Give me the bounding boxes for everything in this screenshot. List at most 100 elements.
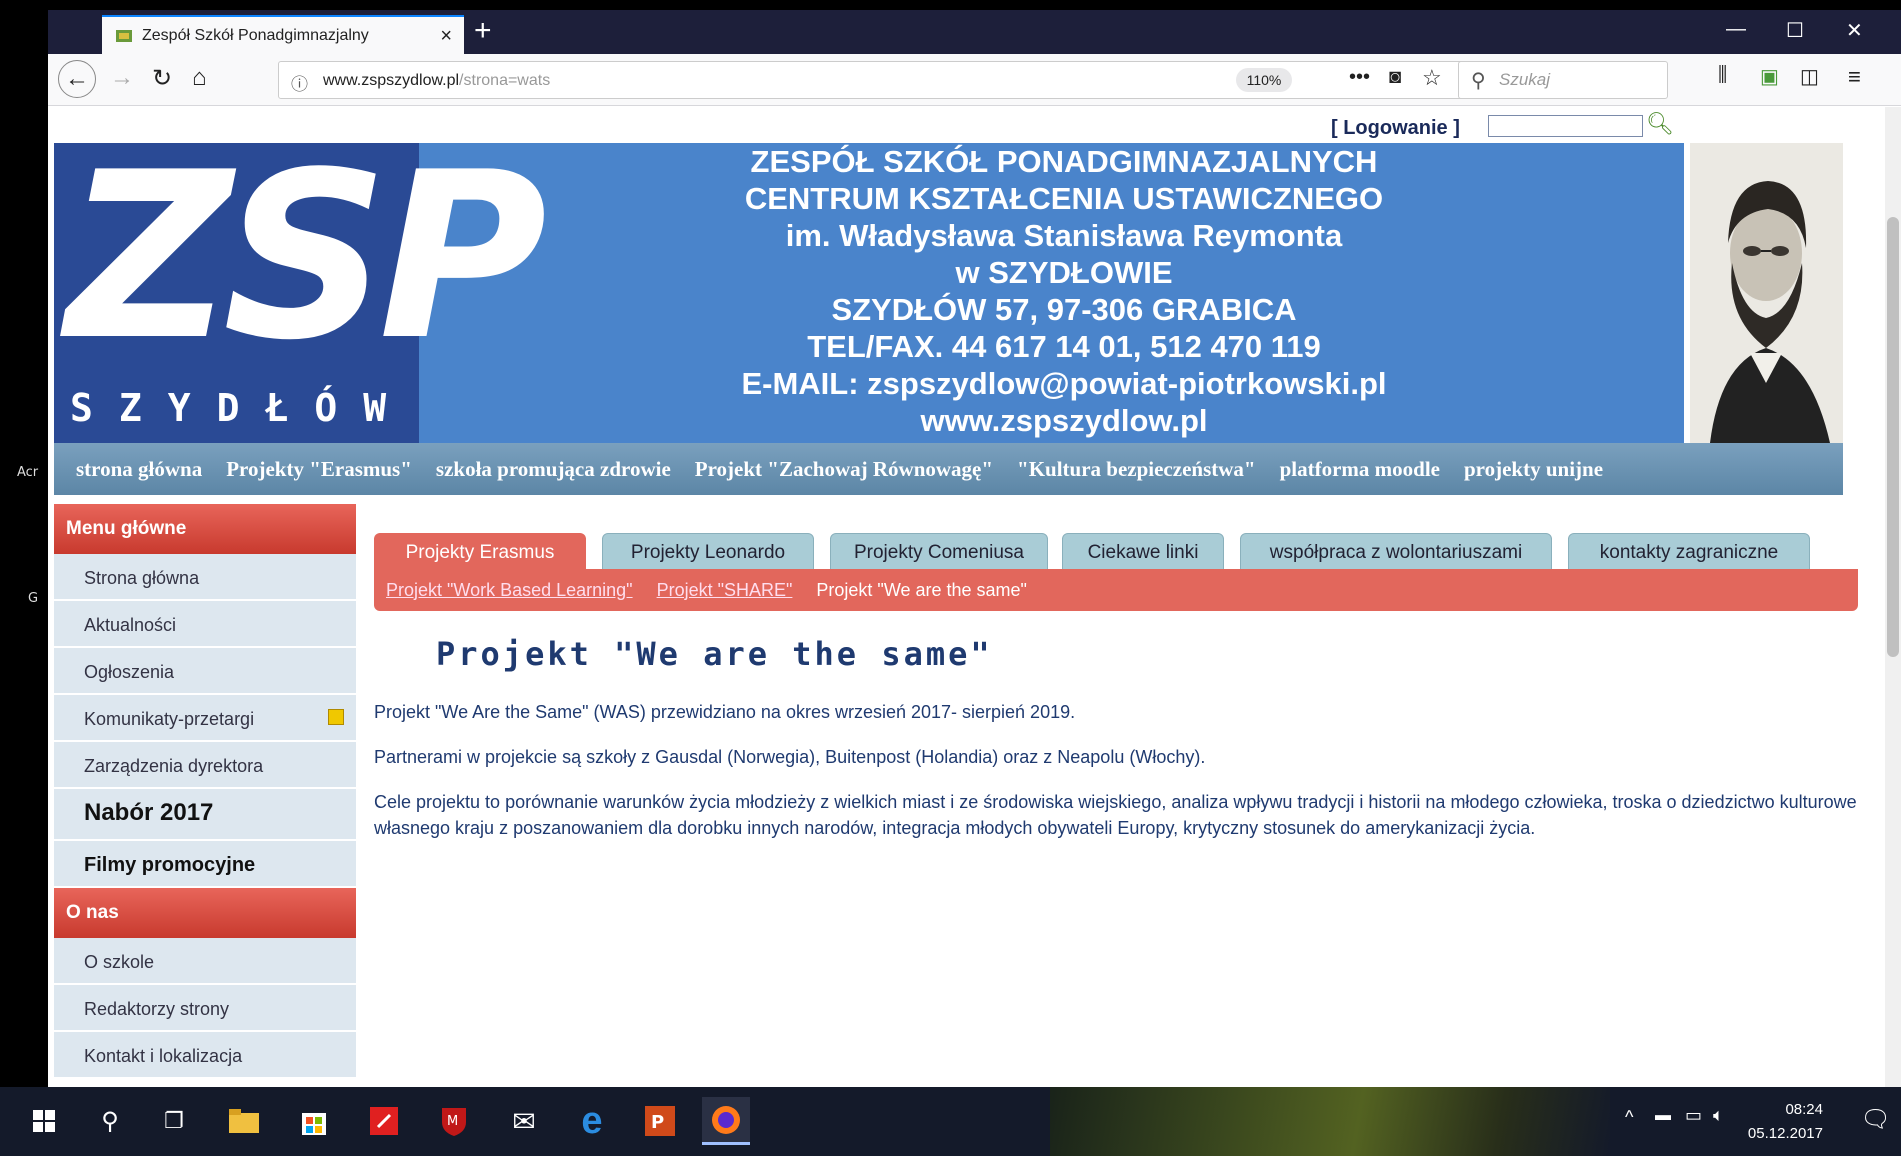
system-tray: ^ ▬ ▭ 🔈︎ 08:24 05.12.2017 🗨︎ [1625, 1087, 1901, 1156]
mail-icon[interactable]: ✉ [500, 1097, 548, 1145]
sidebar-head-menu: Menu główne [54, 504, 356, 554]
sidebar-item[interactable]: Strona główna [54, 554, 356, 601]
site-header: ZSP SZYDŁÓW ZESPÓŁ SZKÓŁ PONADGIMNAZJALN… [54, 143, 1684, 443]
monitor-icon[interactable]: ▭ [1685, 1105, 1702, 1126]
zoom-level[interactable]: 110% [1236, 68, 1292, 92]
content-paragraph: Projekt "We Are the Same" (WAS) przewidz… [374, 702, 1076, 722]
scrollbar[interactable] [1885, 107, 1901, 1087]
menu-item[interactable]: Projekt "Zachowaj Równowagę" [695, 457, 993, 482]
file-explorer-icon[interactable] [220, 1097, 268, 1145]
search-placeholder: Szukaj [1499, 70, 1551, 89]
sidebar-item[interactable]: Zarządzenia dyrektora [54, 742, 356, 789]
powerpoint-icon[interactable]: P [636, 1097, 684, 1145]
patron-portrait [1690, 143, 1843, 443]
forward-icon[interactable]: → [110, 64, 134, 92]
back-icon[interactable]: ← [58, 60, 96, 98]
header-line: TEL/FAX. 44 617 14 01, 512 470 119 [807, 329, 1321, 364]
menu-item[interactable]: strona główna [76, 457, 202, 482]
header-line: w SZYDŁOWIE [955, 255, 1173, 290]
sidebar-item[interactable]: O szkole [54, 938, 356, 985]
clock-time[interactable]: 08:24 [1785, 1101, 1823, 1118]
header-line: CENTRUM KSZTAŁCENIA USTAWICZNEGO [744, 181, 1384, 216]
search-icon: ⚲ [1471, 70, 1486, 92]
menu-item[interactable]: "Kultura bezpieczeństwa" [1017, 457, 1256, 482]
page-title: Projekt "We are the same" [436, 635, 993, 673]
header-email: E-MAIL: zspszydlow@powiat-piotrkowski.pl [741, 366, 1387, 401]
tab-ciekawe-linki[interactable]: Ciekawe linki [1062, 533, 1224, 573]
url-text: www.zspszydlow.pl/strona=wats [323, 72, 550, 90]
tab-bar: Zespół Szkół Ponadgimnazjalny × + — ☐ ✕ [48, 10, 1901, 54]
site-search-icon[interactable]: 🔍︎ [1646, 111, 1674, 137]
store-icon[interactable] [290, 1097, 338, 1145]
site-search-input[interactable] [1488, 115, 1643, 137]
sidebar-item[interactable]: Aktualności [54, 601, 356, 648]
header-line: SZYDŁÓW 57, 97-306 GRABICA [831, 292, 1297, 327]
menu-item[interactable]: szkoła promująca zdrowie [436, 457, 671, 482]
menu-item[interactable]: Projekty "Erasmus" [226, 457, 412, 482]
pocket-icon[interactable]: ◙ [1389, 66, 1401, 89]
sidebar-item-komunikaty[interactable]: Komunikaty-przetargi [54, 695, 356, 742]
school-logo[interactable]: ZSP SZYDŁÓW [54, 143, 547, 443]
new-tab-icon[interactable]: + [474, 14, 492, 48]
sidebar-item-filmy[interactable]: Filmy promocyjne [54, 841, 356, 888]
sidebar-item-nabor[interactable]: Nabór 2017 [54, 789, 356, 841]
svg-text:M: M [447, 1114, 458, 1129]
sidebar-item-label: Komunikaty-przetargi [84, 709, 255, 729]
subtab-link[interactable]: Projekt "Work Based Learning" [386, 580, 633, 601]
top-menu: strona główna Projekty "Erasmus" szkoła … [54, 443, 1843, 495]
close-tab-icon[interactable]: × [440, 25, 452, 48]
library-icon[interactable]: ⫼ [1718, 64, 1727, 87]
subtab-link[interactable]: Projekt "SHARE" [657, 580, 793, 601]
header-line: ZESPÓŁ SZKÓŁ PONADGIMNAZJALNYCH [750, 144, 1378, 179]
sidebar-head-about: O nas [54, 888, 356, 938]
info-icon[interactable]: ⓘ [291, 70, 308, 95]
tab-comenius[interactable]: Projekty Comeniusa [830, 533, 1048, 573]
menu-item[interactable]: platforma moodle [1280, 457, 1440, 482]
sidebar-item[interactable]: Kontakt i lokalizacja [54, 1032, 356, 1079]
tab-erasmus[interactable]: Projekty Erasmus [374, 533, 586, 573]
home-icon[interactable]: ⌂ [192, 64, 207, 92]
tab-kontakty[interactable]: kontakty zagraniczne [1568, 533, 1810, 573]
extension-icon[interactable]: ▣ [1760, 64, 1779, 89]
search-taskbar-icon[interactable]: ⚲ [86, 1097, 134, 1145]
firefox-icon[interactable] [702, 1097, 750, 1145]
page-actions-icon[interactable]: ••• [1349, 66, 1370, 89]
minimize-icon[interactable]: — [1726, 18, 1746, 41]
sidebar-icon[interactable]: ◫ [1800, 64, 1819, 89]
tab-leonardo[interactable]: Projekty Leonardo [602, 533, 814, 573]
bookmark-star-icon[interactable]: ☆ [1422, 65, 1442, 91]
login-link[interactable]: [ Logowanie ] [1331, 117, 1460, 140]
search-input[interactable]: ⚲ Szukaj [1458, 61, 1668, 99]
favicon-icon [114, 26, 134, 46]
svg-text:P: P [651, 1112, 664, 1133]
app-red-icon[interactable] [360, 1097, 408, 1145]
taskbar-wallpaper [1050, 1087, 1610, 1156]
network-icon[interactable]: ▬ [1655, 1107, 1671, 1125]
tray-overflow-icon[interactable]: ^ [1625, 1107, 1633, 1128]
menu-item[interactable]: projekty unijne [1464, 457, 1603, 482]
scrollbar-thumb[interactable] [1887, 217, 1899, 657]
sidebar-item[interactable]: Redaktorzy strony [54, 985, 356, 1032]
menu-icon[interactable]: ≡ [1848, 64, 1861, 90]
edge-icon[interactable]: e [568, 1097, 616, 1145]
volume-icon[interactable]: 🔈︎ [1713, 1105, 1724, 1126]
mcafee-icon[interactable]: M [430, 1097, 478, 1145]
notifications-icon[interactable]: 🗨︎ [1861, 1105, 1891, 1134]
content-paragraph: Partnerami w projekcie są szkoły z Gausd… [374, 747, 1206, 767]
url-bar[interactable]: ⓘ www.zspszydlow.pl/strona=wats 110% •••… [278, 61, 1498, 99]
maximize-icon[interactable]: ☐ [1786, 18, 1804, 43]
close-window-icon[interactable]: ✕ [1846, 18, 1863, 43]
sidebar-item[interactable]: Ogłoszenia [54, 648, 356, 695]
sidebar: Menu główne Strona główna Aktualności Og… [54, 504, 356, 1087]
content-paragraph: Cele projektu to porównanie warunków życ… [374, 792, 1857, 838]
start-icon[interactable] [20, 1097, 68, 1145]
subtab-bar: Projekt "Work Based Learning" Projekt "S… [374, 569, 1858, 611]
tab-wolontariusze[interactable]: współpraca z wolontariuszami [1240, 533, 1552, 573]
browser-window: Zespół Szkół Ponadgimnazjalny × + — ☐ ✕ … [48, 10, 1901, 1087]
new-badge-icon [328, 709, 344, 725]
browser-tab[interactable]: Zespół Szkół Ponadgimnazjalny × [102, 15, 464, 54]
tab-title: Zespół Szkół Ponadgimnazjalny [142, 26, 369, 44]
reload-icon[interactable]: ↻ [152, 64, 172, 93]
task-view-icon[interactable]: ❐ [150, 1097, 198, 1145]
clock-date[interactable]: 05.12.2017 [1748, 1125, 1823, 1142]
